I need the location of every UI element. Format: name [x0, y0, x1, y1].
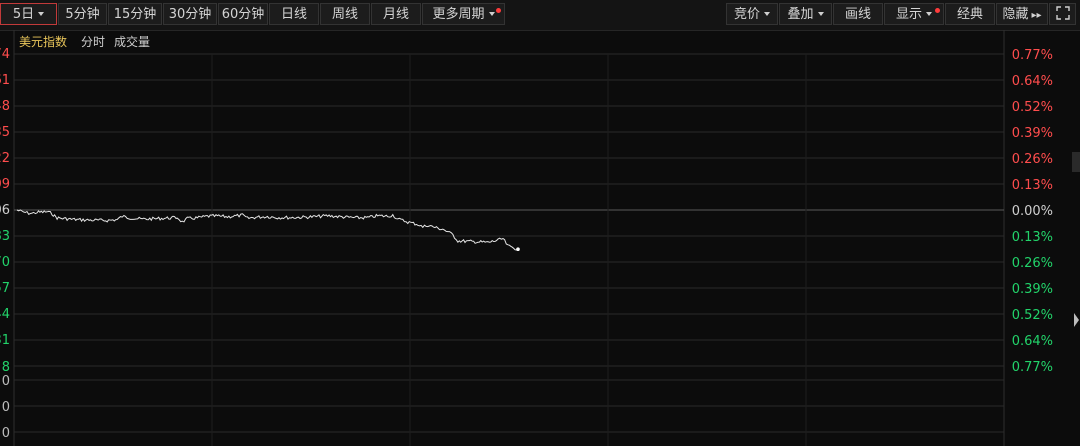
period-overlay-button[interactable]: 叠加	[779, 3, 832, 25]
right-tick-label: 0.77%	[1012, 48, 1053, 63]
period-60min-button[interactable]: 60分钟	[218, 3, 268, 25]
chevron-down-icon	[817, 12, 824, 16]
period-month-button[interactable]: 月线	[371, 3, 421, 25]
period-month-label: 月线	[382, 7, 409, 22]
fullscreen-button[interactable]	[1049, 3, 1076, 25]
intraday-chart: 74614835220906837057443180000.77%0.64%0.…	[0, 30, 1053, 446]
fast-forward-icon: ▸▸	[1031, 10, 1042, 21]
period-15min-button[interactable]: 15分钟	[108, 3, 162, 25]
notification-dot-icon	[935, 8, 940, 13]
period-week-label: 周线	[331, 7, 358, 22]
period-30min-button[interactable]: 30分钟	[163, 3, 217, 25]
last-price-point	[516, 247, 520, 252]
right-tick-label: 0.64%	[1012, 74, 1053, 89]
right-tick-label: 0.26%	[1012, 256, 1053, 271]
left-tick-label: 83	[0, 229, 10, 244]
left-tick-label: 8	[2, 360, 10, 375]
left-tick-label: 57	[0, 281, 10, 296]
right-tick-label: 0.13%	[1012, 178, 1053, 193]
period-30min-label: 30分钟	[168, 7, 212, 22]
period-5day-label: 5日	[12, 7, 35, 22]
period-hide-button[interactable]: 隐藏 ▸▸	[996, 3, 1048, 25]
left-tick-label: 09	[0, 177, 10, 192]
period-more-label: 更多周期	[432, 7, 485, 22]
left-tick-label: 06	[0, 203, 10, 218]
right-tick-label: 0.39%	[1012, 126, 1053, 141]
period-overlay-label: 叠加	[787, 7, 814, 22]
chevron-down-icon	[764, 12, 770, 16]
price-line	[16, 209, 519, 251]
left-tick-label: 70	[0, 255, 10, 270]
right-tick-label: 0.39%	[1012, 282, 1053, 297]
period-classic-label: 经典	[956, 7, 983, 22]
left-tick-label: 31	[0, 333, 10, 348]
period-bid-button[interactable]: 竞价	[726, 3, 778, 25]
left-tick-label: 61	[0, 73, 10, 88]
period-hide-label: 隐藏	[1002, 7, 1029, 22]
fullscreen-icon	[1055, 6, 1070, 20]
left-tick-label: 48	[0, 99, 10, 114]
left-tick-label: 0	[2, 400, 10, 415]
period-15min-label: 15分钟	[113, 7, 157, 22]
period-draw-label: 画线	[844, 7, 871, 22]
period-day-button[interactable]: 日线	[269, 3, 319, 25]
period-5day-button[interactable]: 5日	[0, 3, 57, 25]
left-tick-label: 44	[0, 307, 10, 322]
left-tick-label: 0	[2, 374, 10, 389]
left-tick-label: 35	[0, 125, 10, 140]
period-5min-button[interactable]: 5分钟	[58, 3, 107, 25]
period-classic-button[interactable]: 经典	[945, 3, 995, 25]
period-week-button[interactable]: 周线	[320, 3, 370, 25]
expand-panel-arrow-icon[interactable]	[1072, 310, 1080, 330]
period-60min-label: 60分钟	[221, 7, 265, 22]
right-tick-label: 0.64%	[1012, 334, 1053, 349]
period-display-label: 显示	[895, 7, 922, 22]
right-tick-label: 0.77%	[1012, 360, 1053, 375]
right-tick-label: 0.52%	[1012, 308, 1053, 323]
period-day-label: 日线	[280, 7, 307, 22]
period-draw-button[interactable]: 画线	[833, 3, 883, 25]
right-tick-label: 0.00%	[1012, 204, 1053, 219]
chevron-down-icon	[926, 12, 932, 16]
left-tick-label: 0	[2, 426, 10, 441]
left-tick-label: 22	[0, 151, 10, 166]
period-toolbar: 5日 5分钟 15分钟 30分钟 60分钟 日线 周线 月线 更多周期 竞价 叠加 画线 显示 经典 隐藏 ▸…	[0, 0, 1080, 31]
left-tick-label: 74	[0, 47, 10, 62]
chevron-down-icon	[488, 12, 495, 16]
chevron-down-icon	[38, 12, 45, 16]
notification-dot-icon	[496, 8, 501, 13]
collapse-arrow-icon[interactable]	[1072, 152, 1080, 172]
right-tick-label: 0.26%	[1012, 152, 1053, 167]
right-tick-label: 0.13%	[1012, 230, 1053, 245]
period-5min-label: 5分钟	[65, 7, 100, 22]
right-tick-label: 0.52%	[1012, 100, 1053, 115]
period-more-button[interactable]: 更多周期	[422, 3, 505, 25]
period-bid-label: 竞价	[733, 7, 760, 22]
period-display-button[interactable]: 显示	[884, 3, 944, 25]
